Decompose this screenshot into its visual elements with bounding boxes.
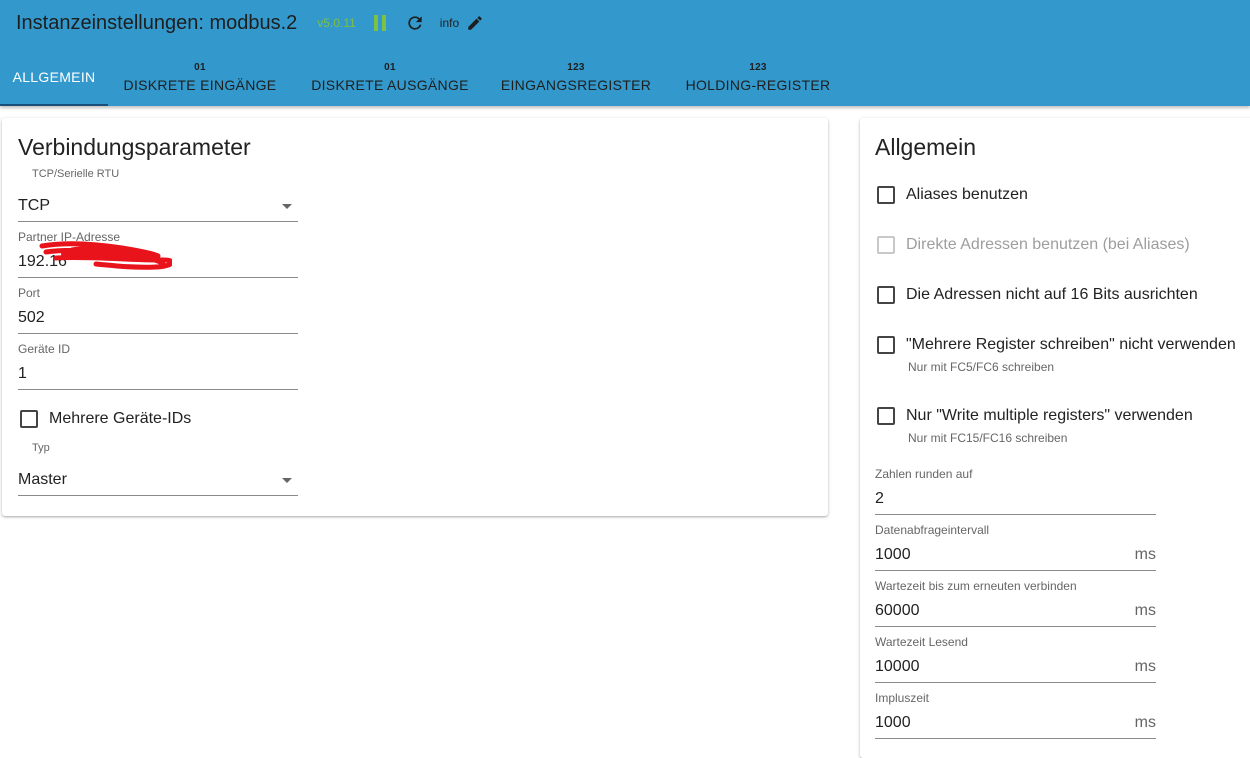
- connection-card: Verbindungsparameter TCP/Serielle RTU TC…: [2, 118, 828, 516]
- version-label: v5.0.11: [317, 16, 356, 30]
- tab-label: EINGANGSREGISTER: [500, 77, 652, 93]
- reconnect-timeout-label: Wartezeit bis zum erneuten verbinden: [875, 579, 1077, 593]
- multi-ids-checkbox[interactable]: [20, 410, 38, 428]
- port-value: 502: [18, 309, 45, 326]
- only-write-multiple-checkbox[interactable]: [877, 407, 895, 425]
- port-field[interactable]: Port 502: [18, 286, 298, 334]
- page-title: Instanzeinstellungen: modbus.2: [16, 11, 298, 34]
- no-multi-register-write-hint: Nur mit FC5/FC6 schreiben: [908, 360, 1055, 374]
- info-link[interactable]: info: [440, 16, 459, 30]
- tab-badge: 01: [194, 62, 206, 73]
- direct-addresses-checkbox[interactable]: [877, 236, 895, 254]
- read-timeout-value: 10000: [875, 658, 920, 675]
- general-title: Allgemein: [875, 134, 976, 160]
- multi-ids-label: Mehrere Geräte-IDs: [49, 410, 192, 427]
- tab-allgemein[interactable]: ALLGEMEIN: [0, 58, 108, 106]
- connection-title: Verbindungsparameter: [18, 134, 251, 160]
- tab-holding-register[interactable]: 123 HOLDING-REGISTER: [676, 58, 840, 106]
- reconnect-timeout-value: 60000: [875, 602, 920, 619]
- redaction-scribble: [39, 241, 172, 270]
- device-id-label: Geräte ID: [18, 342, 71, 356]
- round-label: Zahlen runden auf: [875, 467, 973, 481]
- round-value: 2: [875, 490, 884, 507]
- tab-eingangsregister[interactable]: 123 EINGANGSREGISTER: [494, 58, 658, 106]
- mode-value: TCP: [18, 197, 50, 214]
- only-write-multiple-hint: Nur mit FC15/FC16 schreiben: [908, 431, 1068, 445]
- chevron-down-icon: [282, 204, 292, 209]
- type-label: Typ: [32, 442, 50, 454]
- tab-badge: 01: [384, 62, 396, 73]
- read-timeout-label: Wartezeit Lesend: [875, 635, 968, 649]
- pause-icon[interactable]: [373, 15, 388, 31]
- tab-label: ALLGEMEIN: [12, 69, 96, 85]
- app-bar: Instanzeinstellungen: modbus.2 v5.0.11 i…: [0, 0, 1250, 106]
- ip-address-field[interactable]: Partner IP-Adresse 192.16: [18, 230, 298, 278]
- device-id-value: 1: [18, 365, 27, 382]
- read-timeout-unit: ms: [1134, 658, 1156, 675]
- no-multi-register-write-label: "Mehrere Register schreiben" nicht verwe…: [906, 336, 1236, 353]
- only-write-multiple-label: Nur "Write multiple registers" verwenden: [906, 407, 1193, 424]
- aliases-checkbox[interactable]: [877, 186, 895, 204]
- chevron-down-icon: [282, 478, 292, 483]
- poll-interval-field[interactable]: Datenabfrageintervall 1000 ms: [875, 522, 1156, 571]
- general-card: Allgemein Aliases benutzen Direkte Adres…: [860, 118, 1250, 758]
- tab-label: HOLDING-REGISTER: [685, 77, 831, 93]
- poll-interval-label: Datenabfrageintervall: [875, 523, 990, 537]
- type-value: Master: [18, 471, 67, 488]
- device-id-field[interactable]: Geräte ID 1: [18, 342, 298, 390]
- no-multi-register-write-checkbox[interactable]: [877, 336, 895, 354]
- pulse-time-field[interactable]: Impluszeit 1000 ms: [875, 690, 1156, 739]
- no-align-16bit-label: Die Adressen nicht auf 16 Bits ausrichte…: [906, 286, 1198, 303]
- direct-addresses-label: Direkte Adressen benutzen (bei Aliases): [906, 236, 1190, 253]
- tab-diskrete-eingaenge[interactable]: 01 DISKRETE EINGÄNGE: [116, 58, 284, 106]
- reconnect-timeout-unit: ms: [1134, 602, 1156, 619]
- pulse-time-unit: ms: [1134, 714, 1156, 731]
- edit-icon[interactable]: [465, 13, 485, 33]
- tab-diskrete-ausgaenge[interactable]: 01 DISKRETE AUSGÄNGE: [302, 58, 478, 106]
- read-timeout-field[interactable]: Wartezeit Lesend 10000 ms: [875, 634, 1156, 683]
- title-row: Instanzeinstellungen: modbus.2 v5.0.11 i…: [16, 10, 485, 36]
- mode-label: TCP/Serielle RTU: [32, 168, 120, 180]
- pulse-time-label: Impluszeit: [875, 691, 930, 705]
- tab-badge: 123: [749, 62, 767, 73]
- no-align-16bit-checkbox[interactable]: [877, 286, 895, 304]
- type-select[interactable]: Typ Master: [18, 440, 298, 496]
- poll-interval-value: 1000: [875, 546, 911, 563]
- round-field[interactable]: Zahlen runden auf 2: [875, 466, 1156, 515]
- reload-icon[interactable]: [404, 12, 426, 34]
- tab-label: DISKRETE AUSGÄNGE: [311, 77, 469, 93]
- poll-interval-unit: ms: [1134, 546, 1156, 563]
- pulse-time-value: 1000: [875, 714, 911, 731]
- port-label: Port: [18, 286, 41, 300]
- mode-select[interactable]: TCP/Serielle RTU TCP: [18, 166, 298, 222]
- reconnect-timeout-field[interactable]: Wartezeit bis zum erneuten verbinden 600…: [875, 578, 1156, 627]
- tab-label: DISKRETE EINGÄNGE: [123, 77, 277, 93]
- aliases-label: Aliases benutzen: [906, 186, 1028, 203]
- tab-badge: 123: [567, 62, 585, 73]
